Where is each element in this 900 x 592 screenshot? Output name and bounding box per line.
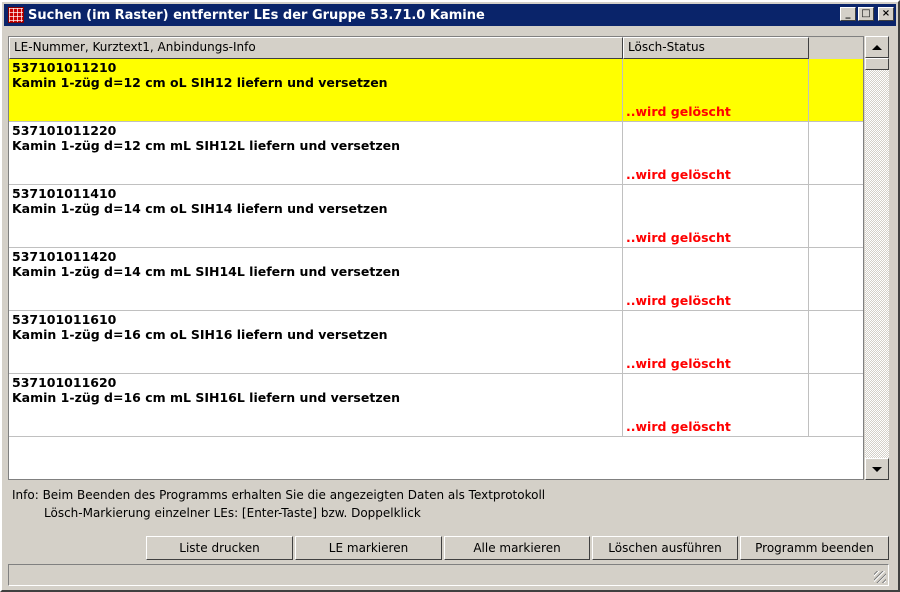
list-row[interactable]: 537101011620 Kamin 1-züg d=16 cm mL SIH16… — [9, 374, 863, 437]
le-number: 537101011220 — [12, 123, 117, 138]
le-cell: 537101011410 Kamin 1-züg d=14 cm oL SIH14… — [9, 185, 623, 247]
grid-app-icon — [8, 7, 24, 23]
le-cell: 537101011210 Kamin 1-züg d=12 cm oL SIH12… — [9, 59, 623, 121]
button-bar: Liste drucken LE markieren Alle markiere… — [0, 536, 890, 560]
close-icon: × — [881, 8, 891, 19]
mark-le-button[interactable]: LE markieren — [295, 536, 442, 560]
list-row[interactable]: 537101011410 Kamin 1-züg d=14 cm oL SIH14… — [9, 185, 863, 248]
list-row[interactable]: 537101011610 Kamin 1-züg d=16 cm oL SIH16… — [9, 311, 863, 374]
resize-grip-icon[interactable] — [874, 571, 886, 583]
list-row[interactable]: 537101011420 Kamin 1-züg d=14 cm mL SIH14… — [9, 248, 863, 311]
maximize-icon: □ — [861, 8, 871, 19]
delete-status: ..wird gelöscht — [626, 230, 731, 245]
scroll-up-button[interactable] — [865, 36, 889, 58]
le-cell: 537101011220 Kamin 1-züg d=12 cm mL SIH12… — [9, 122, 623, 184]
scroll-down-button[interactable] — [865, 458, 889, 480]
status-cell: ..wird gelöscht — [623, 59, 809, 121]
close-button[interactable]: × — [878, 7, 894, 21]
list-row[interactable]: 537101011210 Kamin 1-züg d=12 cm oL SIH12… — [9, 59, 863, 122]
title-bar[interactable]: Suchen (im Raster) entfernter LEs der Gr… — [4, 4, 896, 26]
le-number: 537101011210 — [12, 60, 117, 75]
delete-status: ..wird gelöscht — [626, 293, 731, 308]
column-header-status[interactable]: Lösch-Status — [623, 37, 809, 59]
status-cell: ..wird gelöscht — [623, 311, 809, 373]
status-bar — [8, 564, 889, 586]
le-text: Kamin 1-züg d=12 cm oL SIH12 liefern und… — [12, 75, 388, 90]
le-number: 537101011410 — [12, 186, 117, 201]
execute-delete-button[interactable]: Löschen ausführen — [592, 536, 738, 560]
list-rows: 537101011210 Kamin 1-züg d=12 cm oL SIH12… — [9, 59, 863, 437]
window-title: Suchen (im Raster) entfernter LEs der Gr… — [28, 7, 485, 23]
arrow-down-icon — [872, 466, 882, 472]
le-cell: 537101011610 Kamin 1-züg d=16 cm oL SIH16… — [9, 311, 623, 373]
le-list[interactable]: LE-Nummer, Kurztext1, Anbindungs-Info Lö… — [8, 36, 864, 480]
column-header-le[interactable]: LE-Nummer, Kurztext1, Anbindungs-Info — [9, 37, 623, 59]
print-list-button[interactable]: Liste drucken — [146, 536, 293, 560]
caption-buttons: _ □ × — [840, 7, 894, 21]
le-text: Kamin 1-züg d=14 cm oL SIH14 liefern und… — [12, 201, 388, 216]
arrow-up-icon — [872, 44, 882, 50]
info-line-1: Info: Beim Beenden des Programms erhalte… — [12, 488, 546, 502]
le-cell: 537101011620 Kamin 1-züg d=16 cm mL SIH16… — [9, 374, 623, 436]
delete-status: ..wird gelöscht — [626, 419, 731, 434]
vertical-scrollbar[interactable] — [865, 36, 889, 480]
status-cell: ..wird gelöscht — [623, 122, 809, 184]
scroll-thumb[interactable] — [865, 58, 889, 70]
le-number: 537101011610 — [12, 312, 117, 327]
status-cell: ..wird gelöscht — [623, 248, 809, 310]
list-header: LE-Nummer, Kurztext1, Anbindungs-Info Lö… — [9, 37, 863, 59]
delete-status: ..wird gelöscht — [626, 167, 731, 182]
le-text: Kamin 1-züg d=14 cm mL SIH14L liefern un… — [12, 264, 400, 279]
delete-status: ..wird gelöscht — [626, 356, 731, 371]
le-number: 537101011420 — [12, 249, 117, 264]
minimize-button[interactable]: _ — [840, 7, 856, 21]
le-number: 537101011620 — [12, 375, 117, 390]
delete-status: ..wird gelöscht — [626, 104, 731, 119]
list-row[interactable]: 537101011220 Kamin 1-züg d=12 cm mL SIH12… — [9, 122, 863, 185]
status-cell: ..wird gelöscht — [623, 374, 809, 436]
le-cell: 537101011420 Kamin 1-züg d=14 cm mL SIH14… — [9, 248, 623, 310]
info-line-2: Lösch-Markierung einzelner LEs: [Enter-T… — [44, 506, 421, 520]
le-text: Kamin 1-züg d=16 cm mL SIH16L liefern un… — [12, 390, 400, 405]
info-text: Info: Beim Beenden des Programms erhalte… — [12, 486, 545, 522]
mark-all-button[interactable]: Alle markieren — [444, 536, 590, 560]
minimize-icon: _ — [845, 8, 851, 19]
le-text: Kamin 1-züg d=12 cm mL SIH12L liefern un… — [12, 138, 400, 153]
exit-program-button[interactable]: Programm beenden — [740, 536, 889, 560]
status-cell: ..wird gelöscht — [623, 185, 809, 247]
maximize-button[interactable]: □ — [858, 7, 874, 21]
le-text: Kamin 1-züg d=16 cm oL SIH16 liefern und… — [12, 327, 388, 342]
